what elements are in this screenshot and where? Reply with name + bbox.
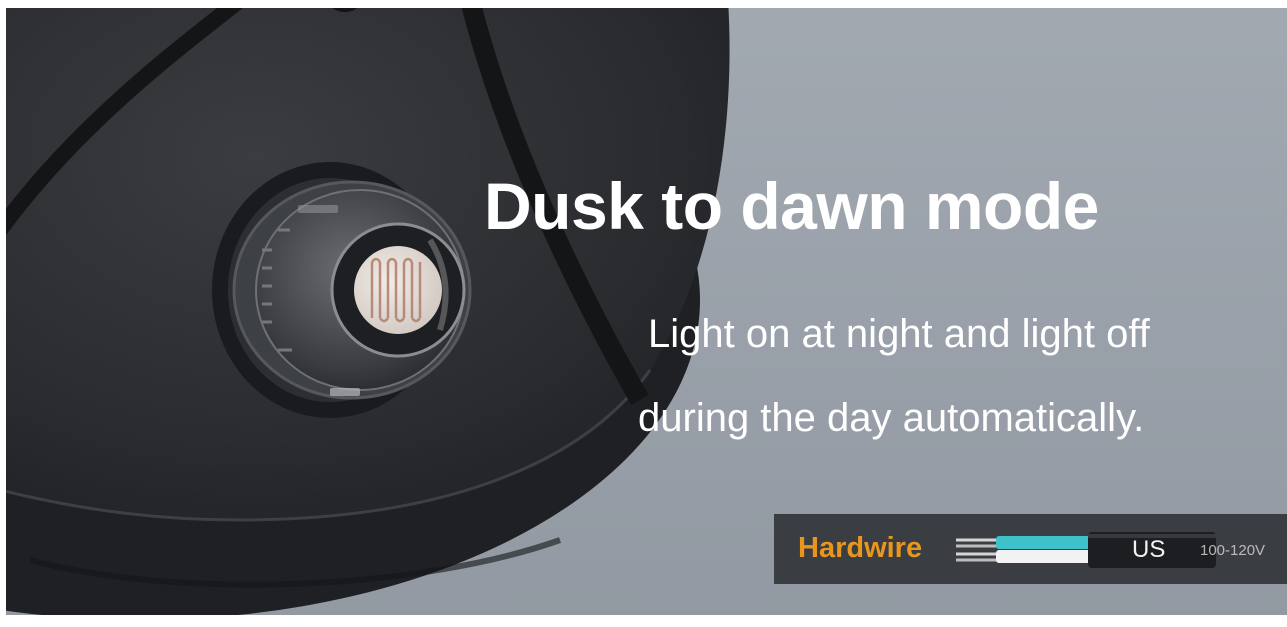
frame-bottom: [0, 615, 1287, 627]
frame-top: [0, 0, 1287, 8]
headline: Dusk to dawn mode: [484, 169, 1099, 243]
hardwire-cable-icon: [956, 532, 1216, 568]
badge-label: Hardwire: [798, 532, 923, 564]
light-fixture-photo: [0, 0, 730, 620]
badge-voltage: 100-120V: [1200, 542, 1266, 559]
description-line-1: Light on at night and light off: [648, 312, 1150, 356]
photocell-sensor: [232, 180, 472, 400]
frame-left: [0, 0, 6, 627]
product-banner: Dusk to dawn mode Light on at night and …: [0, 0, 1287, 627]
badge-region: US: [1132, 536, 1166, 563]
description-line-2: during the day automatically.: [638, 396, 1145, 440]
hardwire-badge: Hardwire US 100-120V: [774, 514, 1287, 584]
